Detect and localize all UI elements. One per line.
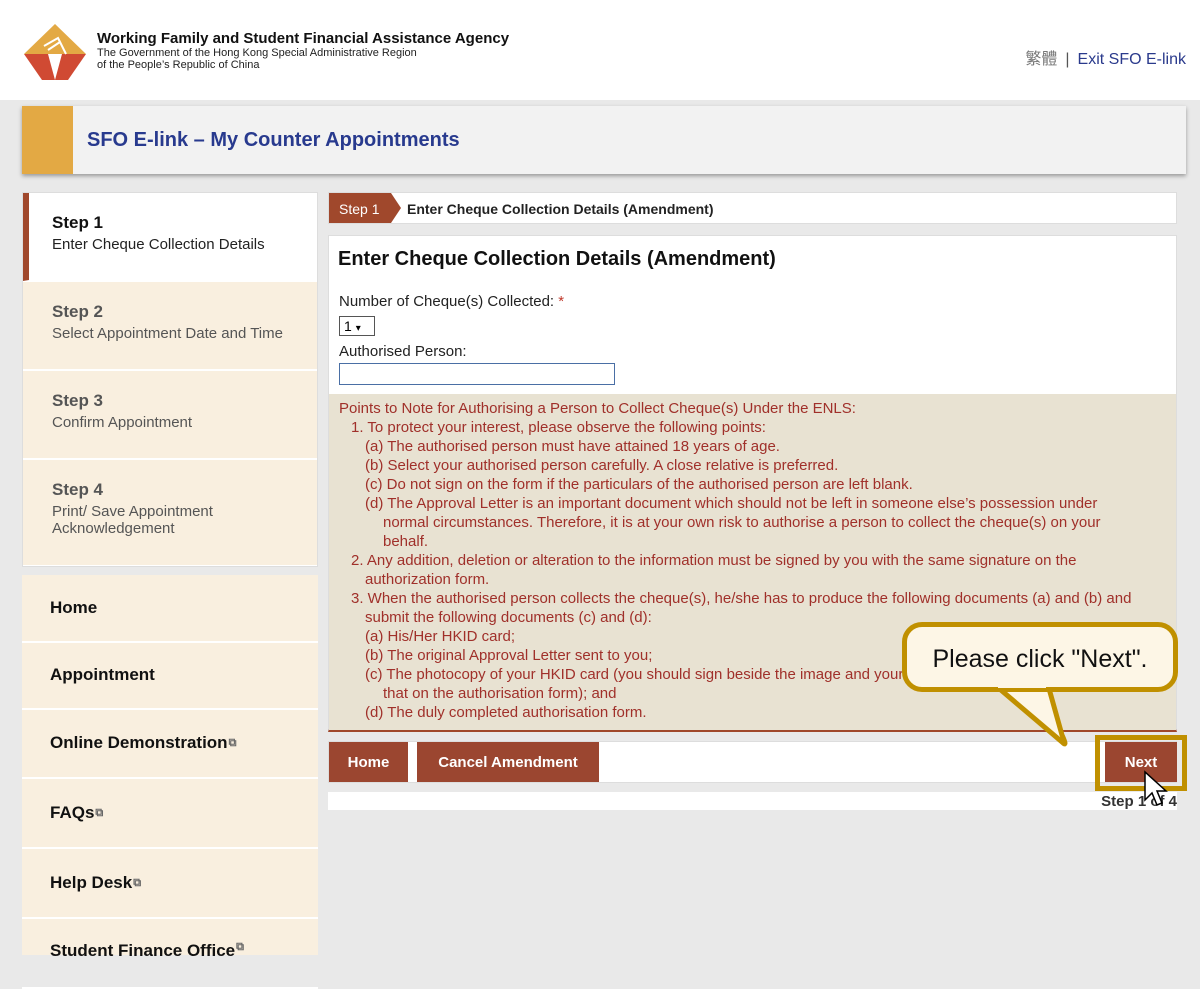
nav-online-demonstration[interactable]: Online Demonstration ⧉ bbox=[22, 709, 318, 779]
next-highlight bbox=[1095, 735, 1187, 791]
callout-bubble: Please click "Next". bbox=[902, 622, 1178, 692]
step-2: Step 2 Select Appointment Date and Time bbox=[23, 282, 317, 370]
agency-logo bbox=[24, 24, 86, 80]
external-link-icon: ⧉ bbox=[228, 736, 237, 749]
action-bar: Home Cancel Amendment Next bbox=[328, 741, 1177, 783]
nav-help-desk[interactable]: Help Desk ⧉ bbox=[22, 849, 318, 919]
nav-home[interactable]: Home bbox=[22, 575, 318, 643]
page-title: SFO E-link – My Counter Appointments bbox=[87, 129, 460, 151]
nav-student-finance-office[interactable]: Student Finance Office ⧉ bbox=[22, 919, 318, 989]
language-link[interactable]: 繁體 bbox=[1025, 51, 1057, 68]
step-3: Step 3 Confirm Appointment bbox=[23, 371, 317, 459]
breadcrumb-step: Step 1 bbox=[329, 193, 401, 223]
note-line: Points to Note for Authorising a Person … bbox=[339, 400, 856, 417]
site-header: Working Family and Student Financial Ass… bbox=[0, 0, 1200, 100]
cheques-label: Number of Cheque(s) Collected: * bbox=[339, 293, 565, 310]
note-line: behalf. bbox=[383, 533, 429, 550]
step-list: Step 1 Enter Cheque Collection Details St… bbox=[22, 192, 318, 567]
nav-appointment[interactable]: Appointment bbox=[22, 642, 318, 710]
nav-faqs[interactable]: FAQs ⧉ bbox=[22, 779, 318, 849]
note-line: 2. Any addition, deletion or alteration … bbox=[351, 552, 1077, 569]
step-4: Step 4 Print/ Save Appointment Acknowledg… bbox=[23, 460, 317, 566]
page-title-bar: SFO E-link – My Counter Appointments bbox=[22, 106, 1186, 174]
sidebar-nav: Home Appointment Online Demonstration ⧉ F… bbox=[22, 575, 318, 989]
home-button[interactable]: Home bbox=[329, 742, 408, 782]
note-line: (d) The Approval Letter is an important … bbox=[365, 495, 1098, 512]
agency-name: Working Family and Student Financial Ass… bbox=[97, 30, 510, 47]
form-heading: Enter Cheque Collection Details (Amendme… bbox=[338, 248, 776, 270]
note-line: authorization form. bbox=[365, 571, 490, 588]
external-link-icon: ⧉ bbox=[133, 876, 142, 889]
authorised-person-input[interactable] bbox=[339, 363, 615, 385]
note-line: normal circumstances. Therefore, it is a… bbox=[383, 514, 1101, 531]
note-line: (d) The duly completed authorisation for… bbox=[365, 704, 647, 721]
authorised-label: Authorised Person: bbox=[339, 343, 467, 360]
step-1: Step 1 Enter Cheque Collection Details bbox=[23, 193, 317, 281]
note-line: 1. To protect your interest, please obse… bbox=[351, 419, 766, 436]
footer: Step 1 of 4 bbox=[328, 792, 1177, 810]
breadcrumb-title: Enter Cheque Collection Details (Amendme… bbox=[407, 201, 714, 217]
note-line: (c) Do not sign on the form if the parti… bbox=[365, 476, 913, 493]
cheques-select[interactable]: 1 ▾ bbox=[339, 316, 375, 336]
note-line: 3. When the authorised person collects t… bbox=[351, 590, 1132, 607]
note-line: (a) The authorised person must have atta… bbox=[365, 438, 780, 455]
exit-link[interactable]: Exit SFO E-link bbox=[1078, 51, 1186, 68]
chevron-down-icon: ▾ bbox=[355, 323, 361, 334]
separator: | bbox=[1065, 51, 1070, 68]
external-link-icon: ⧉ bbox=[236, 941, 244, 953]
note-line: (b) Select your authorised person carefu… bbox=[365, 457, 839, 474]
gov-line-1: The Government of the Hong Kong Special … bbox=[97, 47, 417, 59]
cancel-amendment-button[interactable]: Cancel Amendment bbox=[417, 742, 599, 782]
gov-line-2: of the People’s Republic of China bbox=[97, 59, 260, 71]
breadcrumb: Step 1 Enter Cheque Collection Details (… bbox=[328, 192, 1177, 224]
mouse-pointer-icon bbox=[1144, 770, 1168, 806]
external-link-icon: ⧉ bbox=[95, 806, 104, 819]
